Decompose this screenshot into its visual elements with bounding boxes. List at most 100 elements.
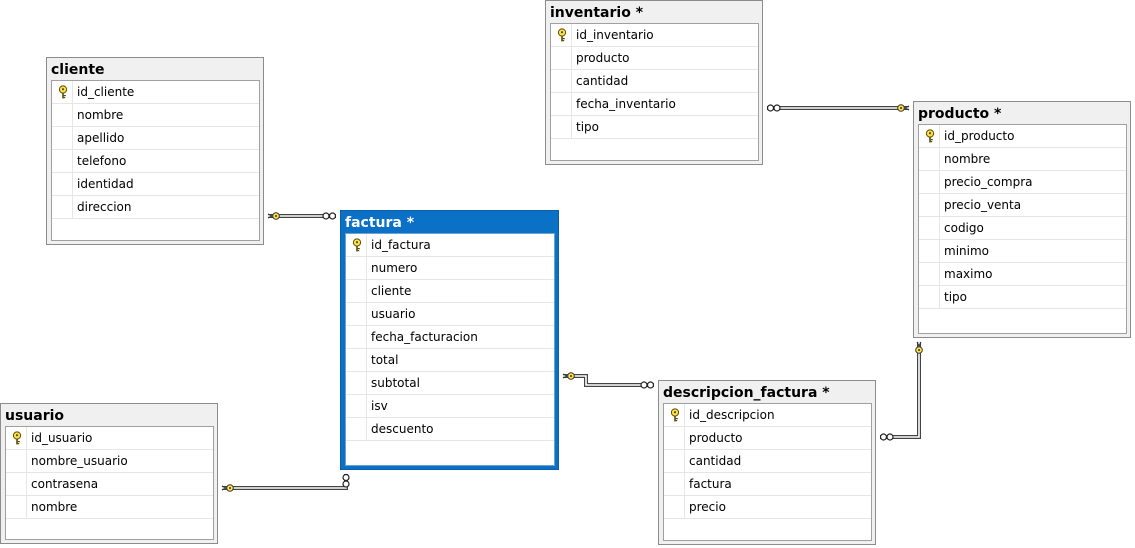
column-row[interactable]: id_factura [346, 234, 554, 257]
column-name: nombre_usuario [31, 454, 128, 468]
row-selector[interactable] [6, 427, 27, 449]
column-name: subtotal [371, 376, 420, 390]
row-selector[interactable] [346, 280, 367, 302]
table-title[interactable]: usuario [1, 404, 217, 426]
column-row[interactable]: id_usuario [6, 427, 213, 450]
column-name: fecha_facturacion [371, 330, 478, 344]
row-selector[interactable] [664, 427, 685, 449]
column-row[interactable]: precio_compra [919, 171, 1126, 194]
column-list: id_cliente nombre apellido telefono identida… [51, 80, 260, 241]
column-row[interactable]: cantidad [664, 450, 871, 473]
table-inventario[interactable]: inventario * id_inventario producto cantida… [545, 0, 763, 165]
relationship-inventario-producto[interactable] [766, 104, 910, 112]
table-title[interactable]: descripcion_factura * [659, 381, 875, 403]
column-row[interactable]: telefono [52, 150, 259, 173]
column-row[interactable]: subtotal [346, 372, 554, 395]
column-name: descuento [371, 422, 434, 436]
table-descripcion_factura[interactable]: descripcion_factura * id_descripcion produ… [658, 380, 876, 545]
row-selector[interactable] [346, 303, 367, 325]
row-selector[interactable] [919, 263, 940, 285]
relationship-factura-cliente[interactable] [267, 212, 337, 220]
column-row[interactable]: contrasena [6, 473, 213, 496]
column-row[interactable]: id_producto [919, 125, 1126, 148]
row-selector[interactable] [346, 326, 367, 348]
column-name: nombre [31, 500, 78, 514]
column-row[interactable]: nombre [6, 496, 213, 519]
row-selector[interactable] [346, 372, 367, 394]
row-selector[interactable] [551, 70, 572, 92]
row-selector[interactable] [664, 473, 685, 495]
table-factura[interactable]: factura * id_factura numero cliente usuario f… [340, 210, 559, 470]
column-row[interactable]: id_descripcion [664, 404, 871, 427]
column-row[interactable]: direccion [52, 196, 259, 219]
table-title[interactable]: cliente [47, 58, 263, 80]
row-selector[interactable] [551, 24, 572, 46]
relationship-factura-usuario[interactable] [221, 473, 350, 492]
relationship-descripcion-factura[interactable] [562, 372, 655, 389]
table-title[interactable]: factura * [341, 211, 558, 233]
row-selector[interactable] [52, 104, 73, 126]
column-row[interactable]: minimo [919, 240, 1126, 263]
row-selector[interactable] [346, 395, 367, 417]
table-title[interactable]: inventario * [546, 1, 762, 23]
row-selector[interactable] [346, 349, 367, 371]
column-row[interactable]: producto [664, 427, 871, 450]
row-selector[interactable] [52, 81, 73, 103]
column-row[interactable]: usuario [346, 303, 554, 326]
row-selector[interactable] [919, 217, 940, 239]
infinity-end-icon [322, 212, 337, 220]
column-row[interactable]: identidad [52, 173, 259, 196]
row-selector[interactable] [664, 450, 685, 472]
table-title[interactable]: producto * [914, 102, 1130, 124]
column-row[interactable]: id_inventario [551, 24, 758, 47]
relationship-descripcion-producto[interactable] [879, 341, 923, 441]
row-selector[interactable] [919, 194, 940, 216]
table-usuario[interactable]: usuario id_usuario nombre_usuario contrasen… [0, 403, 218, 544]
row-selector[interactable] [52, 150, 73, 172]
column-row[interactable]: precio [664, 496, 871, 519]
column-row[interactable]: nombre_usuario [6, 450, 213, 473]
row-selector[interactable] [346, 234, 367, 256]
row-selector[interactable] [6, 496, 27, 518]
row-selector[interactable] [919, 171, 940, 193]
table-producto[interactable]: producto * id_producto nombre precio_compra… [913, 101, 1131, 338]
column-row[interactable]: factura [664, 473, 871, 496]
column-row[interactable]: descuento [346, 418, 554, 441]
column-row[interactable]: id_cliente [52, 81, 259, 104]
column-row[interactable]: tipo [919, 286, 1126, 309]
column-row[interactable]: nombre [52, 104, 259, 127]
row-selector[interactable] [919, 148, 940, 170]
row-selector[interactable] [919, 286, 940, 308]
row-selector[interactable] [346, 418, 367, 440]
column-name: total [371, 353, 399, 367]
row-selector[interactable] [6, 473, 27, 495]
column-row[interactable]: cantidad [551, 70, 758, 93]
row-selector[interactable] [52, 196, 73, 218]
row-selector[interactable] [664, 404, 685, 426]
table-cliente[interactable]: cliente id_cliente nombre apellido telefono i… [46, 57, 264, 245]
column-row[interactable]: cliente [346, 280, 554, 303]
row-selector[interactable] [52, 173, 73, 195]
column-row[interactable]: tipo [551, 116, 758, 139]
column-row[interactable]: fecha_facturacion [346, 326, 554, 349]
row-selector[interactable] [551, 116, 572, 138]
column-row[interactable]: codigo [919, 217, 1126, 240]
row-selector[interactable] [919, 125, 940, 147]
row-selector[interactable] [919, 240, 940, 262]
diagram-canvas[interactable]: cliente id_cliente nombre apellido telefono i… [0, 0, 1135, 548]
column-row[interactable]: precio_venta [919, 194, 1126, 217]
row-selector[interactable] [551, 47, 572, 69]
column-row[interactable]: fecha_inventario [551, 93, 758, 116]
column-row[interactable]: nombre [919, 148, 1126, 171]
row-selector[interactable] [664, 496, 685, 518]
column-row[interactable]: numero [346, 257, 554, 280]
row-selector[interactable] [551, 93, 572, 115]
row-selector[interactable] [346, 257, 367, 279]
column-row[interactable]: producto [551, 47, 758, 70]
column-row[interactable]: isv [346, 395, 554, 418]
row-selector[interactable] [6, 450, 27, 472]
column-row[interactable]: maximo [919, 263, 1126, 286]
column-row[interactable]: total [346, 349, 554, 372]
column-row[interactable]: apellido [52, 127, 259, 150]
row-selector[interactable] [52, 127, 73, 149]
